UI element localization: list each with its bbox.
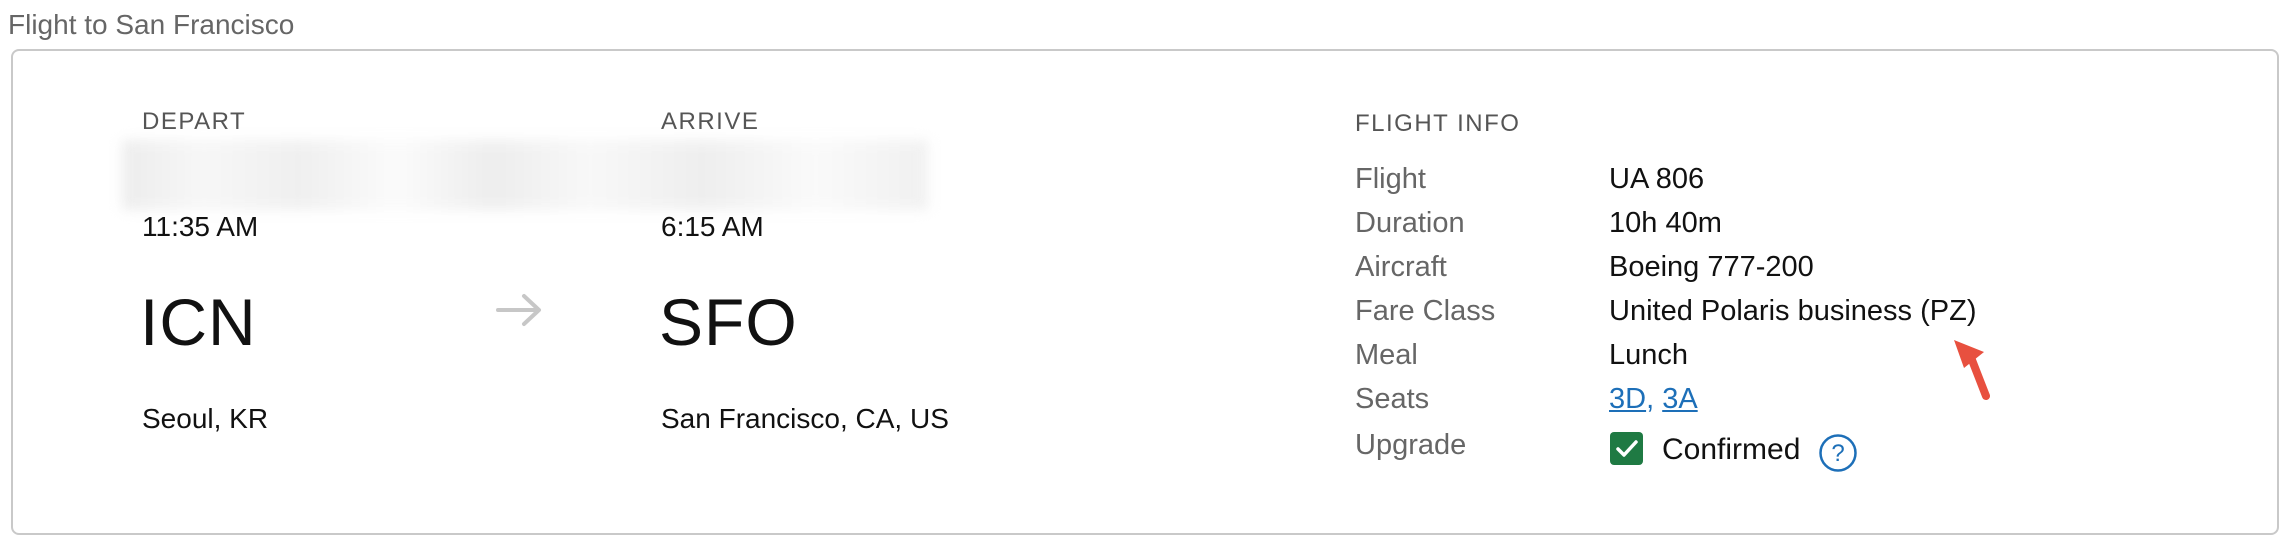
svg-text:?: ? [1831,440,1844,467]
fare-class-value: United Polaris business (PZ) [1609,295,1977,327]
fare-class-label: Fare Class [1355,295,1496,327]
duration-value: 10h 40m [1609,207,1722,239]
depart-time: 11:35 AM [142,211,259,242]
redacted-date-band [122,140,928,210]
arrive-city: San Francisco, CA, US [661,403,949,434]
flight-info-label: Flight [1355,163,1426,195]
red-arrow-pointer-icon [1954,340,1990,400]
flight-info-title: FLIGHT INFO [1355,110,1521,137]
flight-card [11,49,2279,535]
arrive-time: 6:15 AM [661,211,764,242]
seats-value: 3D, 3A [1609,381,1698,417]
arrive-label: ARRIVE [661,108,760,135]
arrow-right-icon [496,294,541,326]
seat-link-3a[interactable]: 3A [1662,383,1697,415]
seat-separator: , [1646,383,1655,415]
depart-label: DEPART [142,108,247,135]
upgrade-label: Upgrade [1355,429,1467,461]
aircraft-value: Boeing 777-200 [1609,251,1814,283]
upgrade-checkbox[interactable] [1610,432,1643,465]
arrive-airport-code: SFO [659,285,798,359]
meal-label: Meal [1355,339,1418,371]
depart-airport-code: ICN [140,285,257,359]
aircraft-label: Aircraft [1355,251,1447,283]
section-title: Flight to San Francisco [8,9,295,40]
seat-link-3d[interactable]: 3D [1609,383,1646,415]
checkmark-icon [1616,440,1638,457]
seats-label: Seats [1355,383,1430,415]
flight-info-value: UA 806 [1609,163,1705,195]
upgrade-status: Confirmed [1662,433,1801,466]
help-circle-icon[interactable]: ? [1818,433,1858,473]
depart-city: Seoul, KR [142,403,269,434]
duration-label: Duration [1355,207,1465,239]
meal-value: Lunch [1609,339,1689,371]
